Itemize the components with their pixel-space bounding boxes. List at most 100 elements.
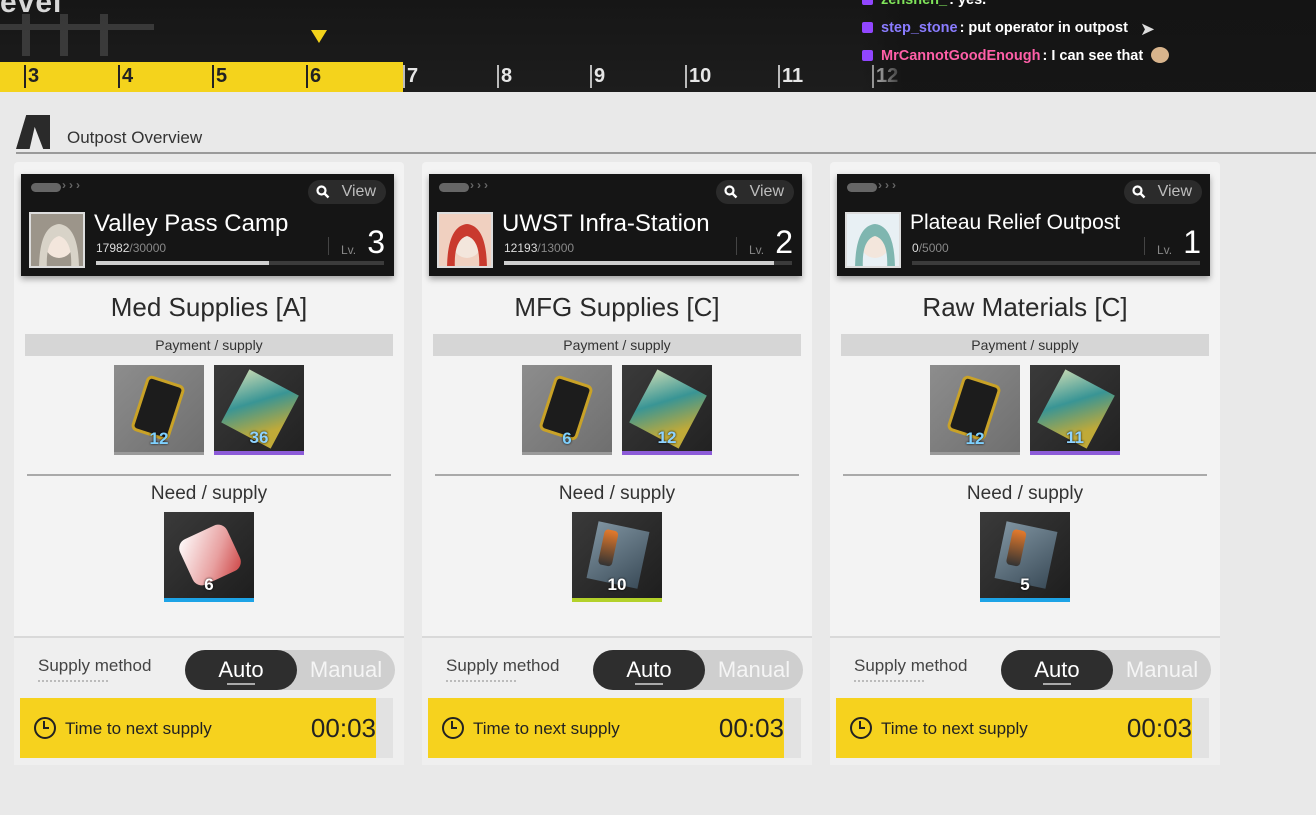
timeline-level-number: 11 (782, 65, 804, 87)
search-icon (724, 185, 737, 199)
need-label: Need / supply (150, 483, 268, 504)
outpost-card-1: › › › View Valley Pass Camp 17982/30000 Lv… (14, 162, 404, 765)
arrows-icon: › › › (31, 178, 83, 192)
outpost-card-2: › › › View UWST Infra-Station 12193/13000 … (422, 162, 812, 765)
operator-portrait[interactable] (29, 212, 85, 268)
timeline-level-0: 3 (24, 65, 43, 88)
auto-option[interactable]: Auto (185, 650, 297, 690)
divider (27, 474, 391, 476)
item-quantity: 11 (1066, 428, 1084, 447)
manual-option[interactable]: Manual (705, 650, 803, 690)
timeline-level-number: 10 (689, 65, 712, 87)
payment-label: Payment / supply (433, 334, 801, 356)
outpost-progress-text: 17982/30000 (96, 241, 166, 255)
faction-logo-icon (16, 115, 50, 149)
timeline-level-6: 9 (590, 65, 609, 88)
supply-item[interactable]: 12 (622, 365, 712, 455)
supply-method-label: Supply method (38, 656, 152, 675)
supply-item[interactable]: 6 (164, 512, 254, 602)
need-items: 6 (14, 512, 404, 602)
current-level-marker-icon (311, 30, 327, 43)
auto-option[interactable]: Auto (593, 650, 705, 690)
progress-max: /30000 (129, 241, 167, 255)
outpost-name: Valley Pass Camp (94, 210, 289, 237)
outpost-name: Plateau Relief Outpost (910, 211, 1121, 234)
payment-items: 12 11 (830, 365, 1220, 455)
supply-item[interactable]: 11 (1030, 365, 1120, 455)
supply-type-title: Raw Materials [C] (922, 292, 1128, 322)
supply-footer: Supply method Auto Manual Time to next s… (830, 636, 1220, 765)
supply-item[interactable]: 12 (930, 365, 1020, 455)
supply-method-toggle[interactable]: Auto Manual (185, 650, 395, 690)
chat-text: : yes. (949, 0, 987, 8)
outpost-level: 2 (775, 224, 793, 260)
progress-fill (96, 261, 269, 265)
timeline-level-number: 4 (122, 65, 134, 87)
payment-items: 6 12 (422, 365, 812, 455)
chat-username: zenshen_ (881, 0, 948, 8)
timeline-progress-fill (0, 62, 403, 92)
chat-message: MrCannotGoodEnough: I can see that (862, 47, 1170, 64)
item-quantity: 6 (562, 429, 572, 448)
divider (843, 474, 1207, 476)
chat-badge-icon (862, 22, 873, 33)
next-supply-timer: Time to next supply 00:03 (428, 698, 801, 758)
chat-username: MrCannotGoodEnough (881, 48, 1041, 64)
item-quantity: 10 (607, 575, 627, 594)
view-button[interactable]: View (307, 180, 386, 204)
timeline-level-2: 5 (212, 65, 231, 88)
view-button[interactable]: View (1123, 180, 1202, 204)
level-label: Lv. (1157, 243, 1173, 257)
supply-method-label: Supply method (446, 656, 560, 675)
timer-value: 00:03 (310, 713, 376, 743)
outpost-level: 1 (1183, 224, 1201, 260)
timeline-level-5: 8 (497, 65, 516, 88)
progress-fill (504, 261, 775, 265)
view-button[interactable]: View (715, 180, 794, 204)
operator-portrait[interactable] (845, 212, 901, 268)
arrows-icon: › › › (439, 178, 491, 192)
outpost-header: › › › View Plateau Relief Outpost 0/5000 L… (837, 174, 1210, 276)
operator-portrait[interactable] (437, 212, 493, 268)
supply-item[interactable]: 10 (572, 512, 662, 602)
manual-option[interactable]: Manual (297, 650, 395, 690)
outpost-progress-text: 0/5000 (912, 241, 949, 255)
timeline-level-number: 3 (28, 65, 40, 87)
view-label: View (749, 183, 784, 200)
progress-max: /5000 (918, 241, 949, 255)
timeline-level-number: 9 (594, 65, 606, 87)
outpost-progress-bar (504, 261, 792, 265)
progress-current: 0 (912, 241, 919, 255)
supply-item[interactable]: 5 (980, 512, 1070, 602)
chat-text: : put operator in outpost (959, 20, 1128, 36)
supply-item[interactable]: 36 (214, 365, 304, 455)
item-quantity: 6 (204, 575, 214, 594)
outpost-progress-bar (96, 261, 384, 265)
timeline-level-4: 7 (403, 65, 422, 88)
logo-graphic (0, 14, 154, 56)
need-label: Need / supply (966, 483, 1084, 504)
supply-item[interactable]: 6 (522, 365, 612, 455)
item-quantity: 12 (965, 429, 985, 448)
item-quantity: 12 (149, 429, 169, 448)
supply-method-toggle[interactable]: Auto Manual (593, 650, 803, 690)
clock-icon (850, 717, 872, 739)
chat-text: : I can see that (1042, 48, 1144, 64)
section-header: Outpost Overview (16, 112, 1316, 154)
timeline-level-number: 5 (216, 65, 228, 87)
supply-method-label: Supply method (854, 656, 968, 675)
supply-method-toggle[interactable]: Auto Manual (1001, 650, 1211, 690)
supply-footer: Supply method Auto Manual Time to next s… (14, 636, 404, 765)
timeline-level-number: 7 (407, 65, 419, 87)
manual-option[interactable]: Manual (1113, 650, 1211, 690)
auto-option[interactable]: Auto (1001, 650, 1113, 690)
search-icon (1132, 185, 1145, 199)
outpost-header: › › › View UWST Infra-Station 12193/13000 … (429, 174, 802, 276)
top-bar: evel 3456789101112 zenshen_: yes.step_st… (0, 0, 1316, 92)
outpost-header: › › › View Valley Pass Camp 17982/30000 Lv… (21, 174, 394, 276)
supply-item[interactable]: 12 (114, 365, 204, 455)
timeline-level-7: 10 (685, 65, 715, 88)
view-label: View (341, 183, 376, 200)
progress-current: 17982 (96, 241, 130, 255)
supply-type-title: Med Supplies [A] (110, 292, 308, 322)
